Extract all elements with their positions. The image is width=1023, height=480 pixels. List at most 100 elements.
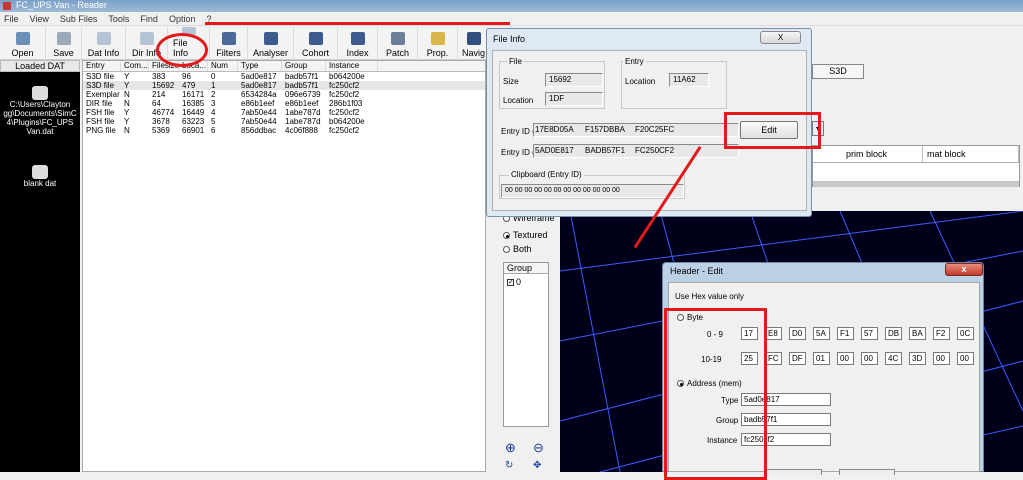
table-row[interactable]: DIR file N 64 16385 3 e86b1eef e86b1eef 286b1f0…	[83, 99, 485, 108]
dat-path-line: Van.dat	[26, 127, 54, 136]
table-row[interactable]: PNG file N 5369 66901 6 856ddbac 4c06f888 fc250…	[83, 126, 485, 135]
filters-button[interactable]: Filters	[210, 27, 248, 60]
hex-hint: Use Hex value only	[675, 292, 744, 301]
hex-byte-field[interactable]: 00	[933, 352, 950, 365]
save-button[interactable]: Save	[46, 27, 82, 60]
table-cell: S3D file	[86, 81, 115, 90]
hex-byte-field[interactable]: BA	[909, 327, 926, 340]
table-cell: 5369	[152, 126, 170, 135]
table-cell: 96	[182, 72, 191, 81]
column-type[interactable]: Type	[238, 61, 282, 71]
prop-button[interactable]: Prop.	[418, 27, 458, 60]
menu-file[interactable]: File	[4, 12, 19, 25]
table-cell: badb57f1	[285, 81, 319, 90]
column-compressed[interactable]: Com...	[121, 61, 149, 71]
hex-byte-field[interactable]: 4C	[885, 352, 902, 365]
entry-group-label: Entry	[623, 57, 646, 66]
table-cell: N	[124, 90, 130, 99]
table-cell: 6534284a	[241, 90, 277, 99]
both-radio[interactable]	[503, 246, 510, 254]
menu-option[interactable]: Option	[169, 12, 196, 25]
cohort-button[interactable]: Cohort	[294, 27, 338, 60]
textured-radio[interactable]	[503, 232, 510, 240]
table-cell: 15692	[152, 81, 175, 90]
table-cell: 7ab50e44	[241, 117, 277, 126]
analyser-button[interactable]: Analyser	[248, 27, 294, 60]
dat-path-line: C:\Users\Clayton	[9, 100, 71, 109]
dir-info-icon	[139, 32, 154, 45]
block-table: prim block mat block	[812, 145, 1020, 187]
menu-tools[interactable]: Tools	[108, 12, 129, 25]
textured-option[interactable]: Textured	[503, 230, 548, 240]
group-list: Group ✓ 0	[503, 262, 549, 427]
zoom-out-icon[interactable]: ⊖	[533, 440, 544, 456]
close-button[interactable]: x	[945, 263, 983, 276]
sidebar-item-fc-ups-van[interactable]: C:\Users\Clayton gg\Documents\SimC 4\Plu…	[0, 86, 80, 136]
hex-byte-field[interactable]: 5A	[813, 327, 830, 340]
zoom-in-icon[interactable]: ⊕	[505, 440, 516, 456]
hex-byte-field[interactable]: 3D	[909, 352, 926, 365]
dat-info-button[interactable]: Dat Info	[82, 27, 126, 60]
group-item[interactable]: ✓ 0	[504, 274, 548, 290]
close-button[interactable]: X	[760, 31, 801, 44]
table-row[interactable]: Exemplar fileN 214 16171 2 6534284a 096e6739 f…	[83, 90, 485, 99]
table-cell: 4c06f888	[285, 126, 318, 135]
menu-find[interactable]: Find	[140, 12, 158, 25]
group-header: Group	[504, 263, 548, 274]
table-row[interactable]: FSH file Y 46774 16449 4 7ab50e44 1abe787d fc25…	[83, 108, 485, 117]
menu-bar: File View Sub Files Tools Find Option ?	[0, 12, 1023, 26]
dat-info-icon	[96, 32, 111, 45]
table-cell: 5	[211, 117, 216, 126]
hex-byte-field[interactable]: FC	[765, 352, 782, 365]
table-scrollbar[interactable]	[813, 181, 1019, 187]
table-cell: b064200e	[329, 117, 365, 126]
sidebar-item-blank-dat[interactable]: blank dat	[0, 165, 80, 188]
prop-icon	[430, 32, 445, 45]
hex-byte-field[interactable]: DF	[789, 352, 806, 365]
column-instance[interactable]: Instance	[326, 61, 378, 71]
index-button[interactable]: Index	[338, 27, 378, 60]
table-cell: 0	[211, 72, 216, 81]
hex-byte-field[interactable]: 00	[861, 352, 878, 365]
both-option[interactable]: Both	[503, 244, 532, 254]
hex-byte-field[interactable]: 0C	[957, 327, 974, 340]
menu-sub-files[interactable]: Sub Files	[60, 12, 98, 25]
table-row[interactable]: S3D file Y 15692 479 1 5ad0e817 badb57f1 fc250c…	[83, 81, 485, 90]
cancel-button[interactable]	[839, 469, 895, 475]
column-prim-block[interactable]: prim block	[813, 146, 923, 162]
hex-byte-field[interactable]: F2	[933, 327, 950, 340]
hex-byte-field[interactable]: E8	[765, 327, 782, 340]
table-cell: 7ab50e44	[241, 108, 277, 117]
table-cell: Exemplar file	[86, 90, 121, 99]
dat-path-line: 4\Plugins\FC_UPS	[6, 118, 74, 127]
clipboard-value: 00 00 00 00 00 00 00 00 00 00 00 00	[501, 184, 684, 198]
table-cell: 16385	[182, 99, 205, 108]
rotate-icon[interactable]: ↻	[505, 460, 513, 471]
hex-byte-field[interactable]: 01	[813, 352, 830, 365]
column-num[interactable]: Num	[208, 61, 238, 71]
hex-byte-field[interactable]: D0	[789, 327, 806, 340]
table-row[interactable]: FSH file Y 3678 63223 5 7ab50e44 1abe787d b0642…	[83, 117, 485, 126]
file-group-label: File	[507, 57, 524, 66]
hex-byte-field[interactable]: 57	[861, 327, 878, 340]
table-cell: 63223	[182, 117, 205, 126]
table-cell: 46774	[152, 108, 175, 117]
open-button[interactable]: Open	[0, 27, 46, 60]
column-mat-block[interactable]: mat block	[923, 146, 1019, 162]
column-entry[interactable]: Entry	[83, 61, 121, 71]
table-row[interactable]: S3D file Y 383 96 0 5ad0e817 badb57f1 b064200e	[83, 72, 485, 81]
hex-byte-field[interactable]: DB	[885, 327, 902, 340]
hex-byte-field[interactable]: F1	[837, 327, 854, 340]
menu-view[interactable]: View	[30, 12, 49, 25]
hex-byte-field[interactable]: 00	[837, 352, 854, 365]
pan-icon[interactable]: ✥	[533, 460, 541, 471]
file-list-header: Entry Com... Filesize Loca... Num Type G…	[83, 61, 485, 72]
column-group[interactable]: Group	[282, 61, 326, 71]
hex-byte-field[interactable]: 00	[957, 352, 974, 365]
patch-button[interactable]: Patch	[378, 27, 418, 60]
table-cell: b064200e	[329, 72, 365, 81]
file-rows: S3D file Y 383 96 0 5ad0e817 badb57f1 b064200e S…	[83, 72, 485, 135]
tab-s3d[interactable]: S3D	[812, 64, 864, 79]
ok-button[interactable]	[766, 469, 822, 475]
group-checkbox[interactable]: ✓	[507, 279, 514, 287]
